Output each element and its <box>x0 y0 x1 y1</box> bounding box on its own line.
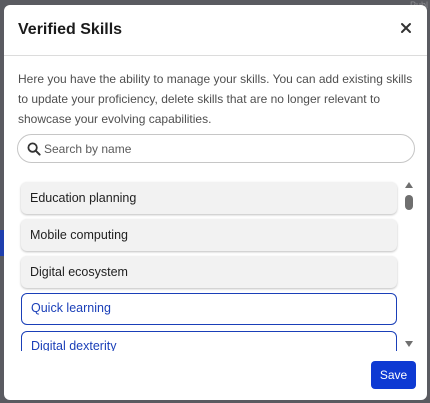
scrollbar-thumb[interactable] <box>405 195 413 210</box>
chevron-up-icon[interactable] <box>404 181 414 189</box>
skills-list[interactable]: Education planning Mobile computing Digi… <box>18 179 400 351</box>
skill-item-education-planning[interactable]: Education planning <box>21 182 397 214</box>
close-button[interactable] <box>395 17 417 39</box>
chevron-down-icon[interactable] <box>404 340 414 348</box>
modal-title: Verified Skills <box>18 21 123 38</box>
search-icon <box>27 142 41 156</box>
modal-header: Verified Skills <box>4 5 427 56</box>
verified-skills-modal: Verified Skills Here you have the abilit… <box>4 5 427 400</box>
skill-item-quick-learning[interactable]: Quick learning <box>21 293 397 325</box>
skill-item-digital-dexterity[interactable]: Digital dexterity <box>21 331 397 351</box>
save-button[interactable]: Save <box>371 361 416 389</box>
close-icon <box>401 23 411 33</box>
modal-description: Here you have the ability to manage your… <box>18 72 413 126</box>
skills-scrollbar[interactable] <box>402 179 416 351</box>
search-box[interactable] <box>17 134 415 163</box>
search-input[interactable] <box>44 138 404 159</box>
skill-item-mobile-computing[interactable]: Mobile computing <box>21 219 397 251</box>
skill-item-digital-ecosystem[interactable]: Digital ecosystem <box>21 256 397 288</box>
